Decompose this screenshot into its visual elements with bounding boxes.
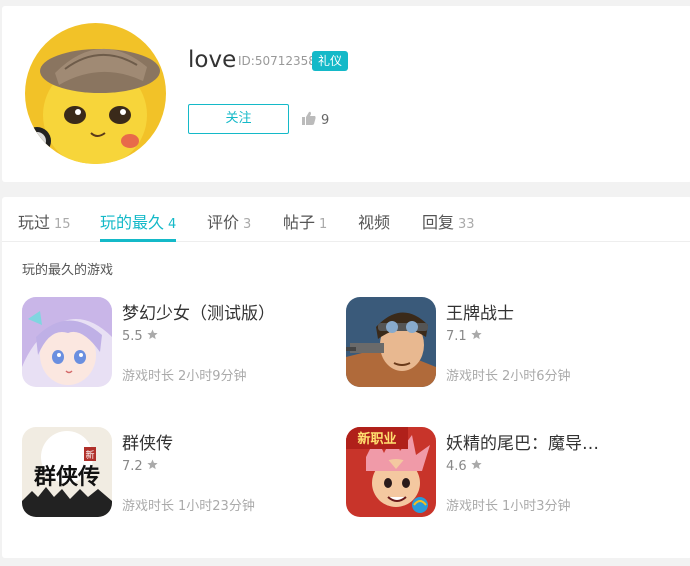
game-icon-fairy-tail[interactable]: 新职业: [346, 427, 436, 517]
tab-label: 评价: [207, 213, 240, 232]
game-name[interactable]: 群侠传: [122, 429, 173, 454]
tab-longest-played[interactable]: 玩的最久 4: [100, 209, 176, 233]
avatar[interactable]: [25, 23, 166, 164]
user-id: ID:50712358: [238, 54, 316, 68]
play-time-label: 游戏时长: [122, 369, 175, 384]
tab-count: 15: [54, 217, 71, 232]
tab-replies[interactable]: 回复 33: [422, 209, 475, 233]
follow-button[interactable]: 关注: [188, 104, 289, 134]
game-score: 5.5: [122, 329, 158, 344]
play-time: 游戏时长 1小时23分钟: [122, 495, 255, 514]
game-icon-qunxia[interactable]: 群侠传 新: [22, 427, 112, 517]
play-time-label: 游戏时长: [446, 499, 499, 514]
tab-label: 帖子: [283, 213, 316, 232]
play-time-value: 1小时23分钟: [178, 499, 255, 514]
play-time-value: 2小时9分钟: [178, 369, 247, 384]
tab-count: 3: [243, 217, 252, 232]
play-time-label: 游戏时长: [446, 369, 499, 384]
content-card: 玩过15 玩的最久4 评价3 帖子1 视频 回复33 玩的最久的游戏: [2, 197, 690, 558]
play-time: 游戏时长 2小时6分钟: [446, 365, 571, 384]
tab-count: 33: [458, 217, 475, 232]
user-badge: 礼仪: [312, 51, 349, 71]
play-time: 游戏时长 1小时3分钟: [446, 495, 571, 514]
star-icon: [147, 329, 158, 344]
game-icon-dream-girl[interactable]: [22, 297, 112, 387]
qunxia-logo-text: 群侠传: [34, 464, 100, 490]
play-time-value: 2小时6分钟: [502, 369, 571, 384]
game-name[interactable]: 妖精的尾巴：魔导…: [446, 429, 599, 454]
tab-count: 4: [168, 217, 177, 232]
game-name[interactable]: 王牌战士: [446, 299, 514, 324]
tab-label: 玩的最久: [100, 213, 165, 232]
game-name[interactable]: 梦幻少女（测试版）: [122, 299, 275, 324]
tab-label: 视频: [358, 213, 391, 232]
tab-played[interactable]: 玩过 15: [18, 209, 71, 233]
star-icon: [471, 329, 482, 344]
active-tab-indicator: [100, 239, 176, 242]
score-value: 5.5: [122, 329, 143, 344]
tab-videos[interactable]: 视频: [358, 209, 390, 233]
tab-reviews[interactable]: 评价 3: [207, 209, 251, 233]
score-value: 7.2: [122, 459, 143, 474]
game-score: 4.6: [446, 459, 482, 474]
thumbs-up-icon: [302, 111, 316, 129]
section-title: 玩的最久的游戏: [22, 263, 114, 278]
tab-bar: 玩过 15 玩的最久 4 评价 3 帖子 1 视频 回复 33: [2, 197, 690, 242]
game-card[interactable]: 新职业 妖精的尾巴：魔导… 4.6 游戏时长 1小时3分钟: [346, 427, 666, 519]
game-icon-ace-warrior[interactable]: [346, 297, 436, 387]
tab-posts[interactable]: 帖子 1: [283, 209, 327, 233]
profile-card: love ID:50712358 礼仪 关注 9: [2, 6, 690, 182]
username: love: [188, 47, 237, 73]
play-time-value: 1小时3分钟: [502, 499, 571, 514]
game-card[interactable]: 群侠传 新 群侠传 7.2 游戏时长 1小时23分钟: [22, 427, 342, 519]
game-score: 7.1: [446, 329, 482, 344]
game-score: 7.2: [122, 459, 158, 474]
qunxia-seal-text: 新: [85, 449, 94, 461]
like-counter[interactable]: 9: [302, 110, 329, 130]
like-count: 9: [321, 112, 330, 128]
score-value: 4.6: [446, 459, 467, 474]
play-time-label: 游戏时长: [122, 499, 175, 514]
game-card[interactable]: 王牌战士 7.1 游戏时长 2小时6分钟: [346, 297, 666, 389]
fairy-tail-promo-text: 新职业: [357, 431, 396, 447]
star-icon: [471, 459, 482, 474]
tab-count: 1: [319, 217, 328, 232]
play-time: 游戏时长 2小时9分钟: [122, 365, 247, 384]
tab-label: 玩过: [18, 213, 51, 232]
star-icon: [147, 459, 158, 474]
score-value: 7.1: [446, 329, 467, 344]
tab-label: 回复: [422, 213, 455, 232]
game-card[interactable]: 梦幻少女（测试版） 5.5 游戏时长 2小时9分钟: [22, 297, 342, 389]
